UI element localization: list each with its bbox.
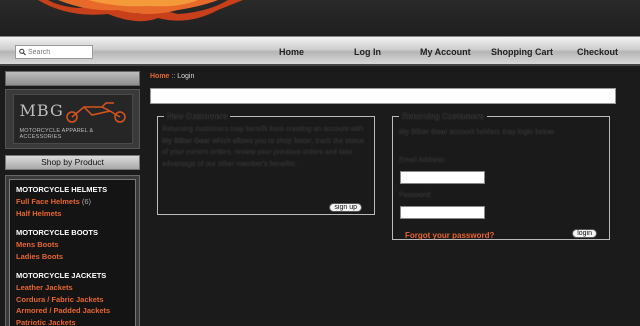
category-item-half-helmets[interactable]: Half Helmets <box>16 208 135 220</box>
message-bar <box>150 88 616 104</box>
search-input[interactable] <box>28 46 92 58</box>
category-item-patriotic-jackets[interactable]: Patriotic Jackets <box>16 317 135 326</box>
new-customers-legend: New Customers <box>167 112 228 121</box>
sign-up-button[interactable]: sign up <box>329 203 362 212</box>
category-item-mens-boots[interactable]: Mens Boots <box>16 239 135 251</box>
brand-logo: MBG MOTORCYCLE APPAREL & ACCESSORIES <box>12 94 133 144</box>
brand-logo-box[interactable]: MBG MOTORCYCLE APPAREL & ACCESSORIES <box>5 89 140 149</box>
category-count: (6) <box>81 197 92 206</box>
flame-logo <box>38 0 243 22</box>
breadcrumb-current: Login <box>177 73 195 80</box>
logo-text: MBG <box>19 101 64 120</box>
sidebar: MBG MOTORCYCLE APPAREL & ACCESSORIES Sho… <box>5 71 140 326</box>
shop-by-product-heading: Shop by Product <box>5 155 140 170</box>
category-item-leather-jackets[interactable]: Leather Jackets <box>16 282 135 294</box>
nav-my-account[interactable]: My Account <box>420 37 471 67</box>
new-customers-panel: New Customers Returning customers may be… <box>157 112 375 215</box>
returning-customers-panel: Returning Customers My Biker Gear accoun… <box>392 112 610 240</box>
site-banner <box>0 0 640 36</box>
nav-shopping-cart[interactable]: Shopping Cart <box>491 37 553 67</box>
email-field[interactable] <box>400 171 485 184</box>
category-item-ladies-boots[interactable]: Ladies Boots <box>16 251 135 263</box>
category-item-cordura-jackets[interactable]: Cordura / Fabric Jackets <box>16 294 135 306</box>
search-box[interactable] <box>15 45 93 59</box>
top-navigation: Home Log In My Account Shopping Cart Che… <box>0 36 640 66</box>
category-heading-boots[interactable]: MOTORCYCLE BOOTS <box>16 227 135 239</box>
category-item-armored-jackets[interactable]: Armored / Padded Jackets <box>16 305 135 317</box>
returning-customers-legend: Returning Customers <box>402 112 484 121</box>
category-heading-helmets[interactable]: MOTORCYCLE HELMETS <box>16 184 135 196</box>
forgot-password-link[interactable]: Forgot your password? <box>405 231 494 240</box>
nav-log-in[interactable]: Log In <box>354 37 381 67</box>
returning-customers-text: My Biker Gear account holders may login … <box>399 127 556 136</box>
breadcrumb-home-link[interactable]: Home <box>150 73 169 80</box>
category-item-full-face-helmets[interactable]: Full Face Helmets (6) <box>16 196 135 208</box>
login-button[interactable]: login <box>572 229 597 238</box>
sidebar-top-bar <box>5 71 140 86</box>
password-field[interactable] <box>400 206 485 219</box>
password-label: Password: <box>399 192 432 199</box>
email-label: Email Address: <box>399 157 446 164</box>
main-content: Home :: Login New Customers Returning cu… <box>150 71 616 326</box>
logo-tagline: MOTORCYCLE APPAREL & ACCESSORIES <box>19 128 94 140</box>
new-customers-text: Returning customers may benefit from cre… <box>162 124 365 168</box>
breadcrumb: Home :: Login <box>150 71 616 83</box>
nav-checkout[interactable]: Checkout <box>577 37 618 67</box>
category-heading-jackets[interactable]: MOTORCYCLE JACKETS <box>16 270 135 282</box>
search-icon <box>19 48 26 56</box>
motorcycle-icon <box>65 102 126 123</box>
category-list: MOTORCYCLE HELMETS Full Face Helmets (6)… <box>5 175 140 326</box>
nav-home[interactable]: Home <box>279 37 304 67</box>
